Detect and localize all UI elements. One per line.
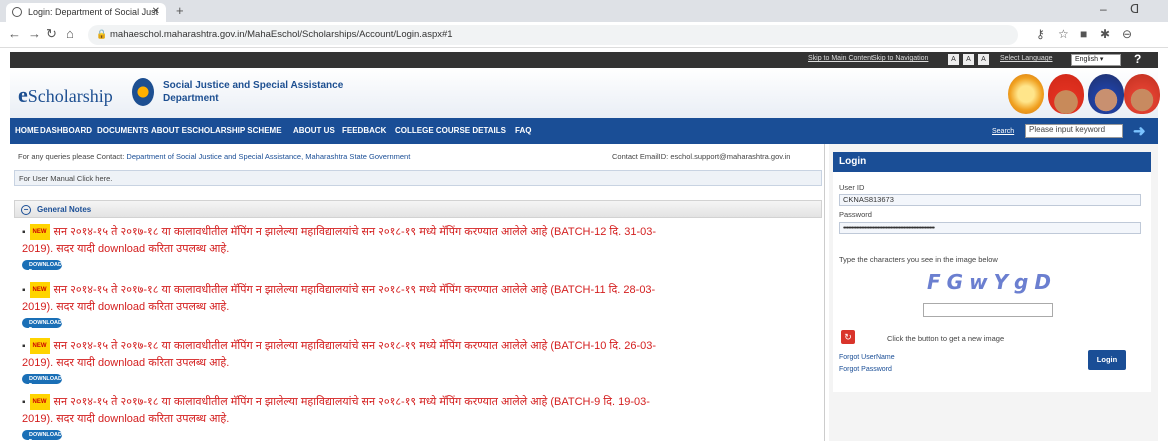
password-label: Password <box>839 210 872 219</box>
department-subtitle: Department <box>163 93 219 104</box>
login-button[interactable]: Login <box>1088 350 1126 370</box>
new-badge: NEW <box>29 394 50 411</box>
department-emblem-icon <box>132 78 154 106</box>
font-medium-button[interactable]: A <box>963 54 974 65</box>
general-notes-title: General Notes <box>37 205 92 214</box>
address-bar[interactable]: 🔒 mahaeschol.maharashtra.gov.in/MahaEsch… <box>88 25 1018 45</box>
menu-documents[interactable]: DOCUMENTS <box>97 126 149 135</box>
maximize-icon[interactable]: ᗡ <box>1130 2 1139 16</box>
accessibility-bar: Skip to Main Content Skip to Navigation … <box>10 52 1158 68</box>
collapse-icon[interactable]: − <box>21 205 31 215</box>
password-field[interactable]: ••••••••••••••••••••••••••••••••••••••••… <box>839 222 1141 234</box>
main-menu: HOME DASHBOARD DOCUMENTS ABOUT ESCHOLARS… <box>10 118 1158 144</box>
list-item: ▪ NEW सन २०१४-१५ ते २०१७-१८ या कालावधीतील … <box>22 394 650 444</box>
key-icon[interactable]: ⚷ <box>1036 27 1045 41</box>
captcha-image: FGwYgD <box>927 270 1057 294</box>
portrait-image <box>1124 74 1160 114</box>
font-small-button[interactable]: A <box>948 54 959 65</box>
captcha-prompt: Type the characters you see in the image… <box>839 255 998 264</box>
star-icon[interactable]: ☆ <box>1058 27 1069 41</box>
menu-home[interactable]: HOME <box>15 126 39 135</box>
download-button[interactable]: DOWNLOAD ▾ <box>22 318 62 332</box>
refresh-hint: Click the button to get a new image <box>887 334 1005 343</box>
skip-main-link[interactable]: Skip to Main Content <box>808 55 873 62</box>
contact-email: Contact EmailID: eschol.support@maharash… <box>612 152 791 161</box>
user-id-label: User ID <box>839 183 865 192</box>
forgot-username-link[interactable]: Forgot UserName <box>839 354 895 361</box>
language-select[interactable]: English ▾ <box>1071 54 1121 66</box>
refresh-captcha-icon[interactable]: ↻ <box>841 330 855 344</box>
home-icon[interactable]: ⌂ <box>66 26 74 41</box>
download-button[interactable]: DOWNLOAD ▾ <box>22 430 62 444</box>
menu-faq[interactable]: FAQ <box>515 126 531 135</box>
lock-icon: 🔒 <box>96 29 108 39</box>
new-tab-button[interactable]: + <box>176 3 184 18</box>
menu-college-course-details[interactable]: COLLEGE COURSE DETAILS <box>395 126 506 135</box>
list-item: ▪ NEW सन २०१४-१५ ते २०१७-१८ या कालावधीतील … <box>22 224 657 274</box>
profile-icon[interactable]: ⊖ <box>1122 27 1132 41</box>
portrait-image <box>1088 74 1124 114</box>
menu-dashboard[interactable]: DASHBOARD <box>40 126 92 135</box>
puzzle-icon[interactable]: ✱ <box>1100 27 1110 41</box>
department-title: Social Justice and Special Assistance <box>163 80 344 91</box>
list-item: ▪ NEW सन २०१४-१५ ते २०१७-१८ या कालावधीतील … <box>22 338 657 388</box>
extension-icon[interactable]: ■ <box>1080 27 1087 41</box>
select-language-link[interactable]: Select Language <box>1000 55 1053 62</box>
new-badge: NEW <box>29 224 50 241</box>
back-arrow-icon[interactable]: ← <box>8 26 21 41</box>
login-panel: Login User ID CKNAS813673 Password •••••… <box>833 152 1151 392</box>
general-notes-header[interactable]: − General Notes <box>14 200 822 218</box>
browser-toolbar: ← → ↻ ⌂ 🔒 mahaeschol.maharashtra.gov.in/… <box>0 22 1168 48</box>
site-banner: eScholarship Social Justice and Special … <box>10 68 1160 118</box>
main-content: For any queries please Contact: Departme… <box>10 144 825 444</box>
menu-feedback[interactable]: FEEDBACK <box>342 126 386 135</box>
list-item: ▪ NEW सन २०१४-१५ ते २०१७-१८ या कालावधीतील … <box>22 282 656 332</box>
help-icon[interactable]: ? <box>1134 52 1141 66</box>
reload-icon[interactable]: ↻ <box>46 26 57 42</box>
login-title: Login <box>833 152 1151 172</box>
bullet-icon: ▪ <box>22 227 26 238</box>
browser-tabbar: Login: Department of Social Just ✕ + – ᗡ <box>0 0 1168 22</box>
font-large-button[interactable]: A <box>978 54 989 65</box>
download-button[interactable]: DOWNLOAD ▾ <box>22 260 62 274</box>
menu-about-us[interactable]: ABOUT US <box>293 126 335 135</box>
seal-emblem-icon <box>1008 74 1044 114</box>
captcha-input[interactable] <box>923 303 1053 317</box>
user-id-field[interactable]: CKNAS813673 <box>839 194 1141 206</box>
user-manual-link[interactable]: For User Manual Click here. <box>14 170 822 186</box>
department-link[interactable]: Department of Social Justice and Special… <box>126 152 410 161</box>
minimize-icon[interactable]: – <box>1100 2 1107 16</box>
search-input[interactable]: Please input keyword <box>1025 124 1123 138</box>
skip-nav-link[interactable]: Skip to Navigation <box>872 55 928 62</box>
menu-about-scheme[interactable]: ABOUT ESCHOLARSHIP SCHEME <box>151 126 282 135</box>
browser-tab[interactable]: Login: Department of Social Just ✕ <box>6 3 166 22</box>
new-badge: NEW <box>29 338 50 355</box>
forgot-password-link[interactable]: Forgot Password <box>839 366 892 373</box>
tab-title: Login: Department of Social Just <box>28 7 159 17</box>
bullet-icon: ▪ <box>22 341 26 352</box>
bullet-icon: ▪ <box>22 285 26 296</box>
bullet-icon: ▪ <box>22 397 26 408</box>
escholarship-logo[interactable]: eScholarship <box>18 82 113 108</box>
portrait-image <box>1048 74 1084 114</box>
new-badge: NEW <box>29 282 50 299</box>
forward-arrow-icon[interactable]: → <box>28 26 41 41</box>
search-label: Search <box>992 128 1015 135</box>
download-button[interactable]: DOWNLOAD ▾ <box>22 374 62 388</box>
globe-icon <box>12 7 22 17</box>
close-tab-icon[interactable]: ✕ <box>152 6 160 17</box>
url-text: mahaeschol.maharashtra.gov.in/MahaEschol… <box>110 29 453 40</box>
search-go-icon[interactable]: ➜ <box>1133 122 1146 140</box>
